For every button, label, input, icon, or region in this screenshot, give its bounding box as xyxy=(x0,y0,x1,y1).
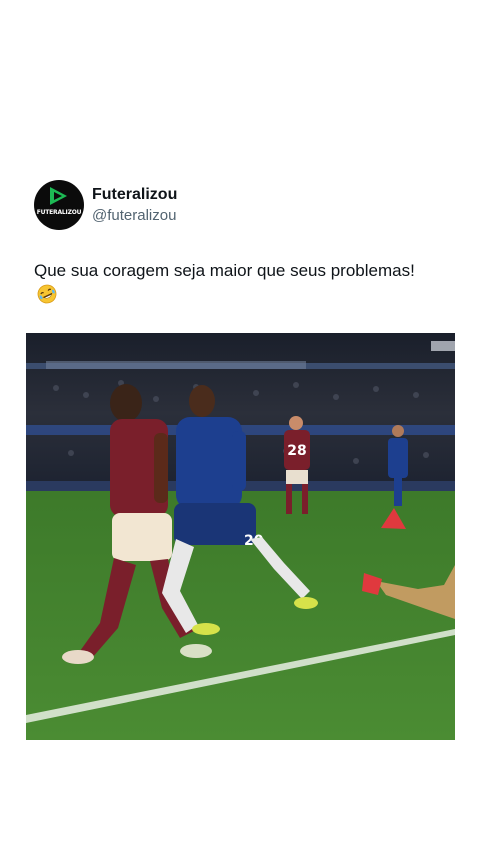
post-text-content: Que sua coragem seja maior que seus prob… xyxy=(34,261,415,280)
display-name[interactable]: Futeralizou xyxy=(92,185,177,205)
post-text: Que sua coragem seja maior que seus prob… xyxy=(34,258,434,311)
rolling-laughing-emoji-icon xyxy=(37,284,57,311)
play-logo-icon xyxy=(50,187,67,205)
post-media-video[interactable]: 28 xyxy=(26,333,455,740)
avatar-logo-text: FUTERALIZOU xyxy=(36,209,82,216)
author-names: Futeralizou @futeralizou xyxy=(92,185,177,225)
user-handle[interactable]: @futeralizou xyxy=(92,206,177,225)
football-match-frame: 28 xyxy=(26,333,455,740)
social-post: FUTERALIZOU Futeralizou @futeralizou Que… xyxy=(0,0,480,854)
avatar[interactable]: FUTERALIZOU xyxy=(34,180,84,230)
post-header: FUTERALIZOU Futeralizou @futeralizou xyxy=(34,180,177,230)
player-number-28: 28 xyxy=(287,443,306,459)
